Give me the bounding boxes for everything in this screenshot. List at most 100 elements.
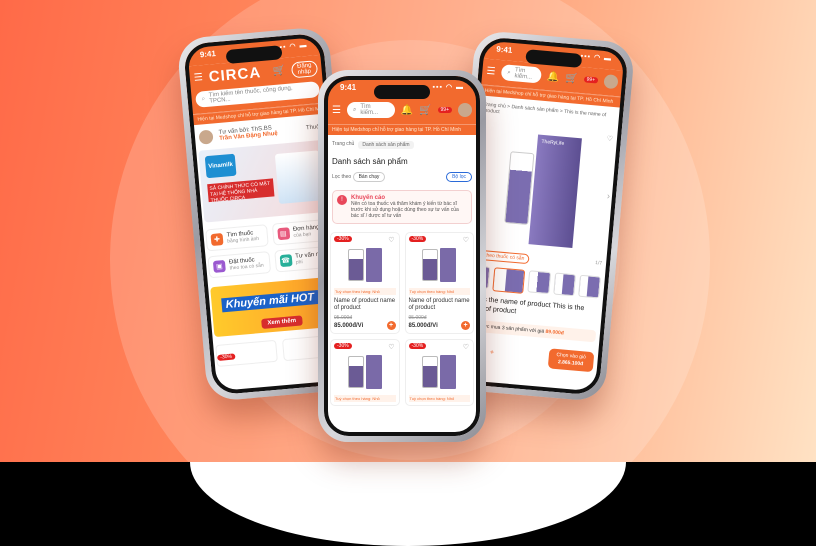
product-card[interactable]: -30% ♡ Tuỳ chọn theo hàng: Nhỏ xyxy=(404,339,474,407)
search-placeholder: Tìm kiếm... xyxy=(514,67,533,81)
product-card[interactable]: -30% ♡ Tuỳ chọn theo hàng: Nhỏ Name of p… xyxy=(404,232,474,335)
add-to-cart-icon[interactable]: + xyxy=(461,321,470,331)
thumbnail[interactable] xyxy=(527,270,551,295)
product-card[interactable]: -30% ♡ Tuỳ chọn theo hàng: Nhỏ xyxy=(330,339,400,407)
chevron-right-icon[interactable]: › xyxy=(607,191,611,201)
consult-icon: ☎ xyxy=(279,254,293,268)
discount-badge: -30% xyxy=(408,343,427,350)
product-name: Name of product name of product xyxy=(334,298,396,312)
promo-brand: Vinamilk xyxy=(204,153,237,179)
hot-deals-title: Khuyến mãi HOT xyxy=(221,289,319,313)
product-card[interactable]: -30% ♡ Tuỳ chọn theo hàng: Nhỏ Name of p… xyxy=(330,232,400,335)
phone-screen: 9:41 ▪▪▪ ◠ ▬ ☰ ⌕ Tìm kiếm... 🔔 🛒 99+ Hiệ… xyxy=(324,76,480,436)
search-input[interactable]: ⌕ Tìm kiếm... xyxy=(500,64,542,84)
breadcrumb-home[interactable]: Trang chủ xyxy=(332,141,354,149)
cart-icon[interactable]: 🛒 xyxy=(419,105,431,116)
phone-product-list: 9:41 ▪▪▪ ◠ ▬ ☰ ⌕ Tìm kiếm... 🔔 🛒 99+ Hiệ… xyxy=(318,70,486,442)
search-medicine-icon: ✚ xyxy=(210,233,224,247)
breadcrumb-current: Danh sách sản phẩm xyxy=(358,141,414,149)
login-button[interactable]: Đăng nhập xyxy=(290,59,319,78)
cart-icon[interactable]: 🛒 xyxy=(565,72,578,84)
prescription-icon: ▣ xyxy=(212,259,226,273)
warning-notice: ! Khuyến cáo Nên có toa thuốc và thăm kh… xyxy=(332,190,472,224)
product-option-note: Tuỳ chọn theo hàng: Nhỏ xyxy=(408,288,470,295)
plus-icon[interactable]: + xyxy=(490,349,495,356)
product-option-note: Tuỳ chọn theo hàng: Nhỏ xyxy=(334,288,396,295)
offer-price: 89.000đ xyxy=(545,328,565,337)
heart-icon[interactable]: ♡ xyxy=(388,236,394,244)
filter-label: Lọc theo xyxy=(332,174,352,180)
menu-icon[interactable]: ☰ xyxy=(332,105,341,116)
tile-sub: của bạn xyxy=(293,231,312,239)
notice-text: Nên có toa thuốc và thăm khám ý kiến từ … xyxy=(351,201,459,219)
product-option-note: Tuỳ chọn theo hàng: Nhỏ xyxy=(334,395,396,403)
promo-products-image xyxy=(274,150,324,204)
product-option-note: Tuỳ chọn theo hàng: Nhỏ xyxy=(408,395,470,403)
heart-icon[interactable]: ♡ xyxy=(463,236,469,244)
tile-find-medicine[interactable]: ✚ Tìm thuốc bằng hình ảnh xyxy=(205,224,269,252)
promo-banner[interactable]: Vinamilk SẢ CHÍNH THỨC CÓ MẶT TẠI HỆ THỐ… xyxy=(198,139,333,223)
thumbnail-selected[interactable] xyxy=(492,267,526,294)
product-image xyxy=(334,242,396,288)
filter-bar: Lọc theo Bán chạy Bộ lọc xyxy=(324,168,480,186)
product-image xyxy=(409,242,471,288)
heart-icon[interactable]: ♡ xyxy=(606,135,613,144)
cart-icon[interactable]: 🛒 xyxy=(273,65,286,77)
discount-badge: -30% xyxy=(334,236,352,242)
menu-icon[interactable]: ☰ xyxy=(193,72,203,84)
menu-icon[interactable]: ☰ xyxy=(486,65,496,77)
product-name: Name of product name of product xyxy=(408,298,470,312)
product-image: ‹ TheRyLife › ♡ xyxy=(463,119,622,261)
app-header: ☰ ⌕ Tìm kiếm... 🔔 🛒 99+ xyxy=(324,98,480,124)
brand-logo[interactable]: CIRCA xyxy=(208,64,262,86)
search-icon: ⌕ xyxy=(507,69,512,76)
heart-icon[interactable]: ♡ xyxy=(388,343,394,351)
warning-icon: ! xyxy=(337,195,347,205)
deal-card[interactable]: -30% xyxy=(215,339,278,368)
search-icon: ⌕ xyxy=(352,106,357,113)
discount-badge: -30% xyxy=(217,353,236,361)
avatar[interactable] xyxy=(603,74,619,90)
orders-icon: ▤ xyxy=(276,227,290,241)
sort-select[interactable]: Bán chạy xyxy=(352,172,386,182)
product-image xyxy=(334,349,396,395)
search-placeholder: Tìm kiếm... xyxy=(360,104,379,116)
search-placeholder: Tìm kiếm tên thuốc, công dụng, TPCN... xyxy=(208,85,293,105)
breadcrumb: Trang chủ Danh sách sản phẩm xyxy=(324,135,480,155)
discount-badge: -30% xyxy=(334,343,352,350)
signal-icon: ▪▪▪ ◠ ▬ xyxy=(432,84,464,91)
page-title: Danh sách sản phẩm xyxy=(332,157,408,166)
cart-badge: 99+ xyxy=(437,107,452,113)
signal-icon: ▪▪▪ ◠ ▬ xyxy=(580,52,613,63)
tile-sub: bằng hình ảnh xyxy=(226,235,260,245)
bell-icon[interactable]: 🔔 xyxy=(546,71,559,83)
heart-icon[interactable]: ♡ xyxy=(463,343,469,351)
product-bottle-image xyxy=(504,151,535,226)
search-icon: ⌕ xyxy=(201,95,206,102)
product-price: 85.000đ/Vỉ xyxy=(408,322,438,329)
product-image xyxy=(409,349,471,395)
image-counter: 1/7 xyxy=(594,259,603,267)
filter-button[interactable]: Bộ lọc xyxy=(446,172,472,182)
product-price: 85.000đ/Vỉ xyxy=(334,322,364,329)
product-grid: -30% ♡ Tuỳ chọn theo hàng: Nhỏ Name of p… xyxy=(324,228,480,410)
delivery-banner: Hiện tại Medshop chỉ hỗ trợ giao hàng tạ… xyxy=(324,124,480,135)
thumbnail[interactable] xyxy=(577,274,601,299)
add-to-cart-icon[interactable]: + xyxy=(386,321,396,331)
search-input[interactable]: ⌕ Tìm kiếm... xyxy=(346,102,395,118)
promo-text: SẢ CHÍNH THỨC CÓ MẶT TẠI HỆ THỐNG NHÀ TH… xyxy=(207,178,275,204)
stage-arc xyxy=(190,462,626,546)
discount-badge: -30% xyxy=(408,236,427,242)
add-to-cart-button[interactable]: Chọn vào giỏ 2.865.100đ xyxy=(547,347,595,372)
status-time: 9:41 xyxy=(199,48,217,59)
see-more-button[interactable]: Xem thêm xyxy=(261,315,303,329)
status-time: 9:41 xyxy=(340,82,357,92)
avatar[interactable] xyxy=(458,103,472,117)
doctor-avatar xyxy=(198,129,214,145)
thumbnail[interactable] xyxy=(552,272,576,297)
tile-order-prescription[interactable]: ▣ Đặt thuốc theo toa có sẵn xyxy=(207,251,271,279)
status-time: 9:41 xyxy=(496,44,513,55)
dynamic-island xyxy=(374,85,430,99)
cart-badge: 99+ xyxy=(583,76,599,84)
bell-icon[interactable]: 🔔 xyxy=(401,105,413,116)
